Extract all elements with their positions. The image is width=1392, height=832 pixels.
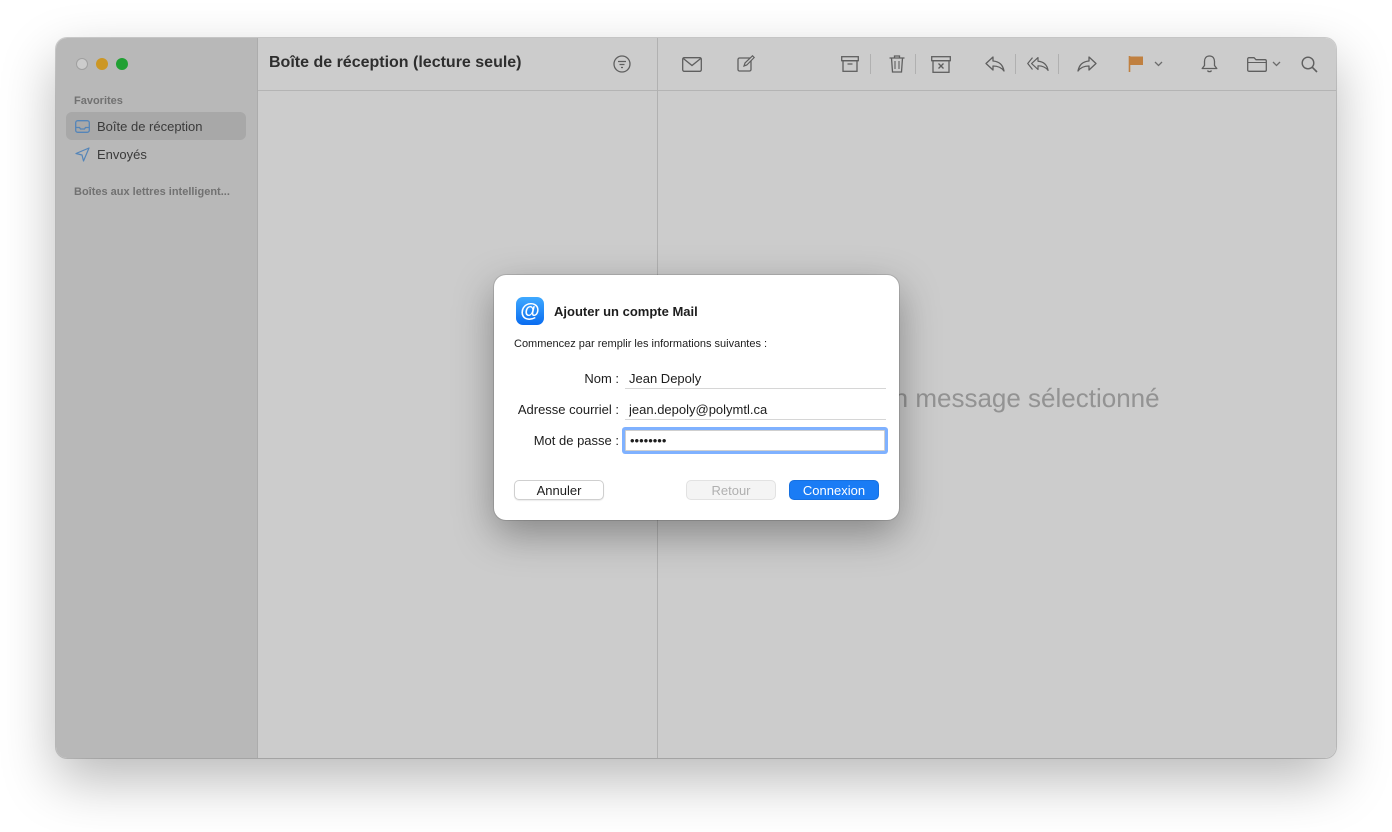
dialog-title: Ajouter un compte Mail bbox=[554, 304, 698, 319]
add-mail-account-dialog: @ Ajouter un compte Mail Commencez par r… bbox=[494, 275, 899, 520]
password-field[interactable] bbox=[625, 430, 885, 451]
back-button[interactable]: Retour bbox=[686, 480, 776, 500]
name-field[interactable] bbox=[625, 368, 886, 389]
at-sign-icon: @ bbox=[516, 297, 544, 325]
name-label: Nom : bbox=[584, 371, 619, 386]
email-field[interactable] bbox=[625, 399, 886, 420]
dialog-subtitle: Commencez par remplir les informations s… bbox=[514, 338, 768, 350]
connect-button[interactable]: Connexion bbox=[789, 480, 879, 500]
email-label: Adresse courriel : bbox=[517, 402, 619, 417]
password-label: Mot de passe : bbox=[533, 433, 619, 448]
cancel-button[interactable]: Annuler bbox=[514, 480, 604, 500]
